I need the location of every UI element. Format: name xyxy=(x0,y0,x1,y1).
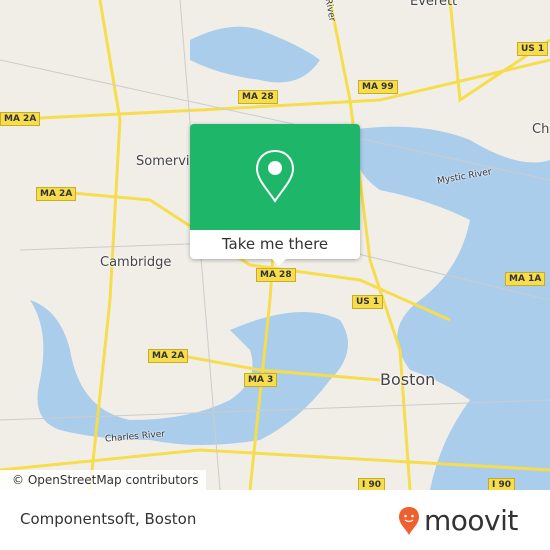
map-pin-icon xyxy=(255,149,295,203)
place-everett: Everett xyxy=(410,0,458,9)
place-chelsea: Ch xyxy=(532,122,550,137)
popup-pointer xyxy=(271,258,287,266)
place-cambridge: Cambridge xyxy=(100,255,172,270)
shield-ma1a: MA 1A xyxy=(505,272,546,286)
shield-us1: US 1 xyxy=(517,42,549,56)
moovit-logo[interactable]: moovit xyxy=(398,504,518,537)
shield-us1: US 1 xyxy=(352,295,384,309)
take-me-there-popup[interactable]: Take me there xyxy=(190,124,360,259)
shield-ma2a: MA 2A xyxy=(148,349,189,363)
moovit-logo-text: moovit xyxy=(424,504,518,537)
shield-ma28: MA 28 xyxy=(238,90,278,104)
shield-ma99: MA 99 xyxy=(358,80,398,94)
shield-ma2a: MA 2A xyxy=(36,187,77,201)
shield-i90: I 90 xyxy=(488,478,516,490)
osm-attribution[interactable]: © OpenStreetMap contributors xyxy=(0,470,207,490)
place-boston: Boston xyxy=(380,370,436,389)
take-me-there-button[interactable]: Take me there xyxy=(190,230,360,259)
shield-ma2a: MA 2A xyxy=(0,112,41,126)
moovit-pin-icon xyxy=(399,506,419,535)
shield-ma28: MA 28 xyxy=(256,268,296,282)
place-somerville: Somervi xyxy=(136,154,190,169)
place-name: Componentsoft, Boston xyxy=(20,510,197,528)
shield-i90: I 90 xyxy=(358,478,386,490)
shield-ma3: MA 3 xyxy=(244,373,278,387)
